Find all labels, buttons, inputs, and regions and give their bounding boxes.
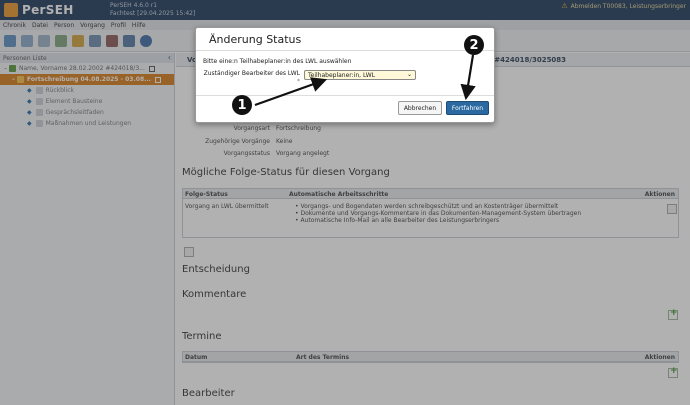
assignee-selected-value: Teilhabeplaner:in, LWL bbox=[308, 72, 376, 79]
continue-button[interactable]: Fortfahren bbox=[446, 101, 489, 115]
chevron-down-icon: ⌄ bbox=[406, 71, 412, 78]
dialog-title: Änderung Status bbox=[209, 33, 302, 46]
assignee-label-text: Zuständiger Bearbeiter des LWL bbox=[203, 70, 300, 77]
divider bbox=[196, 50, 494, 51]
callout-number: 2 bbox=[469, 37, 479, 53]
annotation-callout-2: 2 bbox=[464, 35, 484, 55]
assignee-label: Zuständiger Bearbeiter des LWL * bbox=[200, 70, 300, 86]
annotation-callout-1: 1 bbox=[232, 95, 252, 115]
assignee-select[interactable]: Teilhabeplaner:in, LWL ⌄ bbox=[304, 70, 416, 80]
required-mark: * bbox=[297, 78, 300, 85]
callout-number: 1 bbox=[237, 97, 247, 113]
dialog-instruction: Bitte eine:n Teilhabeplaner:in des LWL a… bbox=[203, 58, 352, 65]
cancel-button[interactable]: Abbrechen bbox=[398, 101, 442, 115]
